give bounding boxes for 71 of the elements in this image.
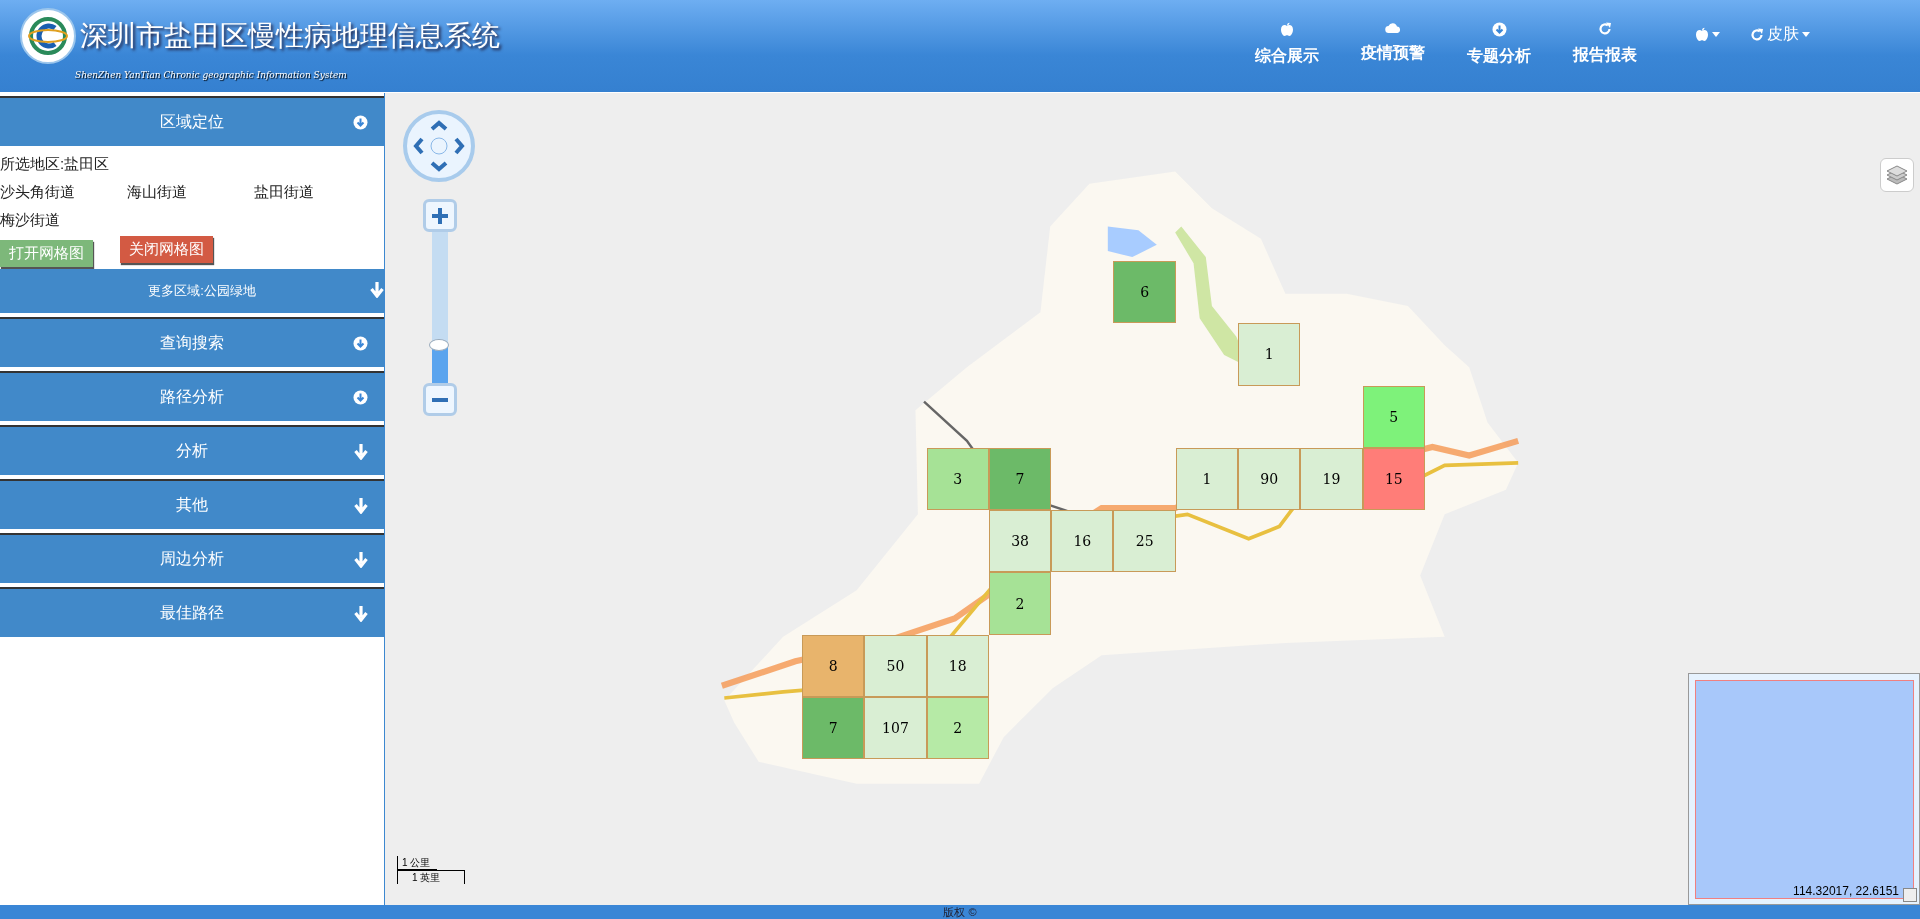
grid-cell[interactable]: 19: [1300, 447, 1363, 511]
grid-cell[interactable]: 25: [1113, 510, 1176, 573]
grid-cell[interactable]: 7: [988, 447, 1052, 511]
street-link[interactable]: 盐田街道: [254, 178, 381, 206]
zoom-in-button[interactable]: [423, 199, 457, 232]
sub-accordion-header[interactable]: 更多区域:公园绿地: [0, 269, 384, 313]
zoom-slider-thumb[interactable]: [429, 339, 449, 352]
accordion-header[interactable]: 周边分析: [0, 533, 384, 583]
map-view[interactable]: 6 1 5 3 7 1 90 19 15 38 16 25 2 8 50 18 7 107 2 1 公里 1 英里 114.32017, 22.6151: [385, 93, 1920, 905]
grid-cell[interactable]: 50: [864, 634, 927, 698]
grid-cell[interactable]: 16: [1051, 510, 1114, 573]
grid-cell[interactable]: 38: [988, 510, 1052, 573]
down-arrow-icon: [354, 498, 368, 514]
copyright-text: 版权 ©: [943, 904, 977, 919]
accordion-header[interactable]: 区域定位: [0, 96, 384, 146]
layers-icon: [1885, 164, 1909, 186]
apple-menu-button[interactable]: [1695, 27, 1720, 42]
cloud-icon: [1385, 22, 1401, 34]
grid-cell[interactable]: 2: [988, 572, 1052, 635]
selected-area-label: 所选地区:盐田区: [0, 154, 110, 174]
grid-cell[interactable]: 2: [926, 697, 989, 760]
down-arrow-icon: [354, 444, 368, 460]
apple-icon: [1280, 22, 1294, 37]
overview-map[interactable]: 114.32017, 22.6151: [1695, 680, 1914, 899]
nav-link[interactable]: 综合展示: [1247, 22, 1327, 67]
zoom-out-button[interactable]: [423, 383, 457, 416]
scale-bar-mile: 1 英里: [397, 870, 465, 884]
apple-icon: [1695, 27, 1709, 42]
grid-cell[interactable]: 1: [1238, 323, 1301, 386]
app-subtitle: ShenZhen YanTian Chronic geographic Information System: [75, 70, 348, 80]
street-link[interactable]: 梅沙街道: [0, 206, 127, 234]
download-icon: [353, 336, 368, 351]
street-link[interactable]: 沙头角街道: [0, 178, 127, 206]
download-icon: [353, 390, 368, 405]
accordion-header[interactable]: 查询搜索: [0, 317, 384, 367]
close-grid-button[interactable]: 关闭网格图: [120, 236, 213, 263]
accordion-header[interactable]: 路径分析: [0, 371, 384, 421]
download-icon: [1491, 22, 1507, 37]
scale-bar-km: 1 公里: [397, 856, 437, 870]
grid-cell[interactable]: 8: [802, 634, 865, 698]
plus-icon: [431, 206, 449, 225]
zoom-slider[interactable]: [432, 232, 448, 383]
overview-toggle-button[interactable]: [1903, 888, 1917, 902]
logo-icon: [20, 8, 76, 64]
caret-icon: [1712, 32, 1720, 37]
refresh-icon: [1598, 22, 1612, 36]
app-title: 深圳市盐田区慢性病地理信息系统: [80, 18, 500, 54]
nav-link[interactable]: 专题分析: [1459, 22, 1539, 67]
grid-cell[interactable]: 107: [864, 697, 927, 760]
grid-cell[interactable]: 6: [1113, 261, 1176, 324]
grid-cell[interactable]: 15: [1362, 447, 1425, 511]
refresh-icon: [1750, 27, 1764, 42]
caret-icon: [1802, 32, 1810, 37]
minus-icon: [431, 396, 449, 403]
accordion-header[interactable]: 其他: [0, 479, 384, 529]
accordion-header[interactable]: 最佳路径: [0, 587, 384, 637]
nav-link[interactable]: 报告报表: [1565, 22, 1645, 67]
grid-cell[interactable]: 7: [802, 697, 865, 760]
down-arrow-icon: [354, 552, 368, 568]
grid-cell[interactable]: 5: [1362, 385, 1425, 448]
layers-button[interactable]: [1880, 158, 1914, 192]
street-link[interactable]: 海山街道: [127, 178, 254, 206]
accordion-header[interactable]: 分析: [0, 425, 384, 475]
grid-cell[interactable]: 18: [926, 634, 989, 698]
nav-link[interactable]: 疫情预警: [1353, 22, 1433, 67]
down-arrow-icon: [354, 606, 368, 622]
grid-cell[interactable]: 90: [1238, 447, 1301, 511]
grid-cell[interactable]: 3: [926, 447, 989, 511]
coordinates-readout: 114.32017, 22.6151: [1793, 884, 1899, 898]
grid-cell[interactable]: 1: [1175, 447, 1239, 511]
download-icon: [353, 115, 368, 130]
